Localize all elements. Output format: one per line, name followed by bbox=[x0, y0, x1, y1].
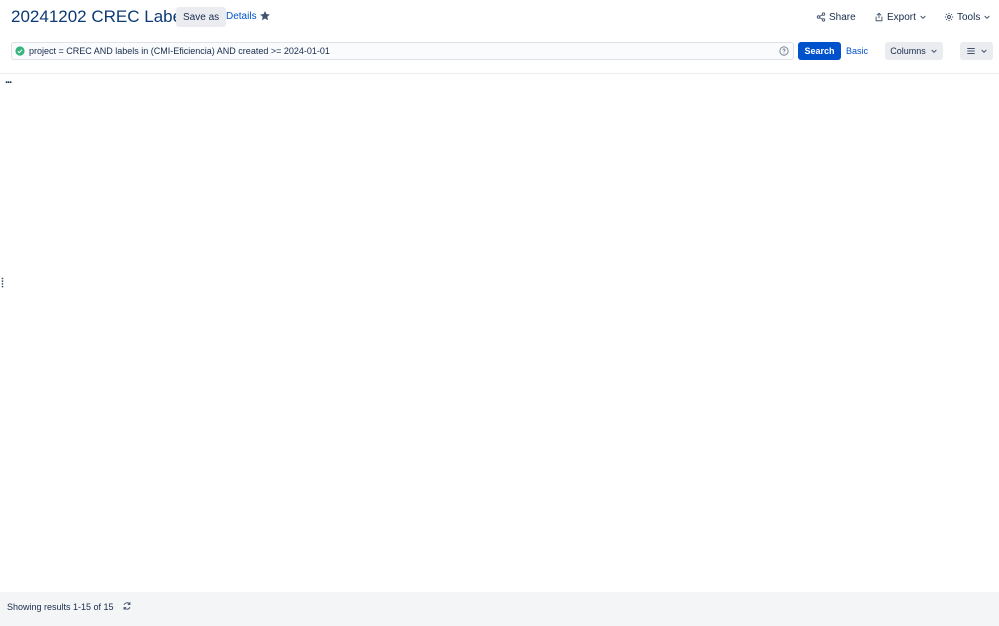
help-icon[interactable] bbox=[779, 46, 789, 56]
columns-label: Columns bbox=[890, 46, 926, 56]
panel-resize-handle-icon[interactable] bbox=[1, 277, 4, 288]
tools-button[interactable]: Tools bbox=[944, 10, 991, 24]
valid-query-check-icon bbox=[15, 46, 25, 56]
chevron-down-icon bbox=[920, 15, 926, 20]
chevron-down-icon bbox=[984, 15, 991, 20]
details-link[interactable]: Details bbox=[226, 11, 257, 22]
gear-icon bbox=[944, 12, 954, 22]
share-icon bbox=[816, 12, 826, 22]
chevron-down-icon bbox=[931, 49, 937, 54]
tools-label: Tools bbox=[957, 11, 981, 23]
view-options-button[interactable] bbox=[960, 42, 993, 60]
results-footer: Showing results 1-15 of 15 bbox=[0, 592, 999, 626]
basic-mode-link[interactable]: Basic bbox=[846, 46, 868, 56]
search-button[interactable]: Search bbox=[798, 42, 841, 60]
chevron-down-icon bbox=[980, 49, 987, 54]
export-icon bbox=[875, 12, 883, 22]
results-count: Showing results 1-15 of 15 bbox=[7, 602, 114, 612]
jql-search-input[interactable]: project = CREC AND labels in (CMI-Eficie… bbox=[11, 42, 794, 60]
page-header: 20241202 CREC Labels Save as Details Sha… bbox=[0, 0, 999, 36]
more-actions-icon[interactable]: ... bbox=[5, 74, 12, 86]
export-label: Export bbox=[887, 11, 916, 23]
star-icon[interactable] bbox=[259, 10, 271, 22]
issue-navigator-page: 20241202 CREC Labels Save as Details Sha… bbox=[0, 0, 999, 626]
filter-title: 20241202 CREC Labels bbox=[11, 7, 195, 26]
refresh-icon[interactable] bbox=[122, 601, 132, 611]
export-button[interactable]: Export bbox=[874, 10, 927, 24]
share-button[interactable]: Share bbox=[816, 10, 856, 24]
share-label: Share bbox=[829, 11, 856, 23]
jql-query-text[interactable]: project = CREC AND labels in (CMI-Eficie… bbox=[29, 46, 779, 56]
columns-button[interactable]: Columns bbox=[885, 42, 943, 60]
header-divider bbox=[0, 73, 999, 74]
save-as-button[interactable]: Save as bbox=[176, 7, 227, 27]
list-view-icon bbox=[966, 47, 975, 55]
